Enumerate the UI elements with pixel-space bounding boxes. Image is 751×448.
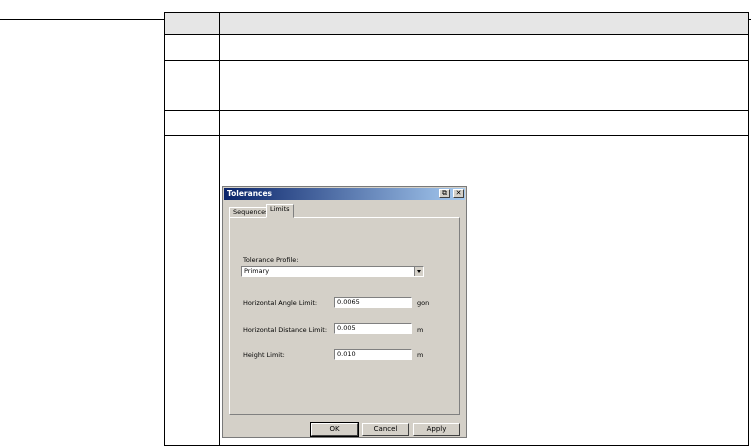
horizontal-distance-unit: m (417, 326, 424, 334)
ok-button[interactable]: OK (310, 422, 359, 437)
table-header-row (164, 12, 749, 34)
table-row-divider (164, 60, 749, 61)
cancel-button[interactable]: Cancel (362, 423, 409, 436)
horizontal-distance-limit-label: Horizontal Distance Limit: (243, 326, 328, 334)
tab-limits[interactable]: Limits (266, 204, 294, 218)
height-limit-input[interactable]: 0.010 (334, 349, 412, 360)
table-left-border (164, 12, 165, 446)
dialog-titlebar[interactable]: Tolerances ⧉ ✕ (224, 188, 465, 200)
horizontal-distance-limit-input[interactable]: 0.005 (334, 323, 412, 334)
apply-button[interactable]: Apply (413, 423, 460, 436)
height-limit-label: Height Limit: (243, 351, 285, 359)
horizontal-angle-limit-input[interactable]: 0.0065 (334, 297, 412, 308)
table-right-border (748, 12, 749, 446)
close-icon[interactable]: ✕ (453, 189, 464, 198)
table-top-border (164, 12, 749, 13)
tolerance-profile-value: Primary (244, 267, 270, 275)
table-row-divider (164, 34, 749, 35)
table-column-divider (219, 12, 220, 446)
restore-icon[interactable]: ⧉ (439, 189, 450, 198)
tolerance-profile-label: Tolerance Profile: (243, 256, 299, 264)
horizontal-angle-unit: gon (417, 299, 430, 307)
table-row-divider (164, 110, 749, 111)
tolerances-dialog: Tolerances ⧉ ✕ Sequences Limits Toleranc… (222, 186, 467, 438)
chevron-down-icon[interactable] (414, 267, 423, 276)
table-bottom-border (164, 445, 749, 446)
horizontal-angle-limit-label: Horizontal Angle Limit: (243, 299, 318, 307)
dialog-title: Tolerances (227, 189, 273, 198)
height-limit-unit: m (417, 351, 424, 359)
limits-panel (229, 217, 460, 415)
table-row-divider (164, 135, 749, 136)
tolerance-profile-select[interactable]: Primary (241, 266, 424, 277)
